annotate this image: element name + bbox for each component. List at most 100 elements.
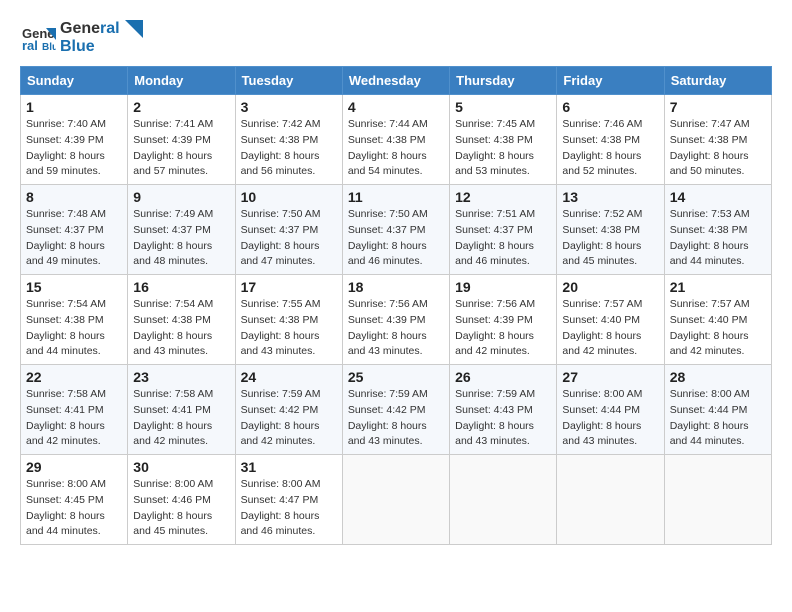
day-info: Sunrise: 8:00 AM Sunset: 4:47 PM Dayligh…: [241, 477, 337, 540]
day-number: 2: [133, 99, 229, 115]
day-header-tuesday: Tuesday: [235, 67, 342, 95]
day-number: 6: [562, 99, 658, 115]
day-number: 22: [26, 369, 122, 385]
day-info: Sunrise: 7:59 AM Sunset: 4:42 PM Dayligh…: [348, 387, 444, 450]
day-number: 13: [562, 189, 658, 205]
day-cell: 27 Sunrise: 8:00 AM Sunset: 4:44 PM Dayl…: [557, 365, 664, 455]
day-number: 3: [241, 99, 337, 115]
day-info: Sunrise: 7:57 AM Sunset: 4:40 PM Dayligh…: [670, 297, 766, 360]
day-cell: 19 Sunrise: 7:56 AM Sunset: 4:39 PM Dayl…: [450, 275, 557, 365]
day-cell: 1 Sunrise: 7:40 AM Sunset: 4:39 PM Dayli…: [21, 95, 128, 185]
day-cell: 12 Sunrise: 7:51 AM Sunset: 4:37 PM Dayl…: [450, 185, 557, 275]
day-info: Sunrise: 7:58 AM Sunset: 4:41 PM Dayligh…: [26, 387, 122, 450]
week-row-1: 1 Sunrise: 7:40 AM Sunset: 4:39 PM Dayli…: [21, 95, 772, 185]
day-cell: 8 Sunrise: 7:48 AM Sunset: 4:37 PM Dayli…: [21, 185, 128, 275]
day-number: 27: [562, 369, 658, 385]
day-number: 29: [26, 459, 122, 475]
calendar-body: 1 Sunrise: 7:40 AM Sunset: 4:39 PM Dayli…: [21, 95, 772, 545]
day-info: Sunrise: 7:52 AM Sunset: 4:38 PM Dayligh…: [562, 207, 658, 270]
day-info: Sunrise: 8:00 AM Sunset: 4:44 PM Dayligh…: [562, 387, 658, 450]
day-number: 12: [455, 189, 551, 205]
day-cell: 26 Sunrise: 7:59 AM Sunset: 4:43 PM Dayl…: [450, 365, 557, 455]
day-cell: 7 Sunrise: 7:47 AM Sunset: 4:38 PM Dayli…: [664, 95, 771, 185]
day-cell: [450, 455, 557, 545]
day-info: Sunrise: 7:59 AM Sunset: 4:43 PM Dayligh…: [455, 387, 551, 450]
day-cell: 6 Sunrise: 7:46 AM Sunset: 4:38 PM Dayli…: [557, 95, 664, 185]
day-info: Sunrise: 7:47 AM Sunset: 4:38 PM Dayligh…: [670, 117, 766, 180]
day-number: 25: [348, 369, 444, 385]
calendar: SundayMondayTuesdayWednesdayThursdayFrid…: [20, 66, 772, 545]
day-cell: 25 Sunrise: 7:59 AM Sunset: 4:42 PM Dayl…: [342, 365, 449, 455]
day-cell: 16 Sunrise: 7:54 AM Sunset: 4:38 PM Dayl…: [128, 275, 235, 365]
day-number: 23: [133, 369, 229, 385]
logo-blue: Blue: [60, 38, 143, 56]
day-info: Sunrise: 7:50 AM Sunset: 4:37 PM Dayligh…: [348, 207, 444, 270]
day-number: 5: [455, 99, 551, 115]
day-cell: 14 Sunrise: 7:53 AM Sunset: 4:38 PM Dayl…: [664, 185, 771, 275]
day-cell: 31 Sunrise: 8:00 AM Sunset: 4:47 PM Dayl…: [235, 455, 342, 545]
day-number: 17: [241, 279, 337, 295]
week-row-3: 15 Sunrise: 7:54 AM Sunset: 4:38 PM Dayl…: [21, 275, 772, 365]
day-number: 24: [241, 369, 337, 385]
day-number: 15: [26, 279, 122, 295]
day-number: 30: [133, 459, 229, 475]
day-number: 31: [241, 459, 337, 475]
day-number: 19: [455, 279, 551, 295]
day-cell: 15 Sunrise: 7:54 AM Sunset: 4:38 PM Dayl…: [21, 275, 128, 365]
day-cell: [664, 455, 771, 545]
day-number: 14: [670, 189, 766, 205]
day-info: Sunrise: 7:50 AM Sunset: 4:37 PM Dayligh…: [241, 207, 337, 270]
day-cell: 11 Sunrise: 7:50 AM Sunset: 4:37 PM Dayl…: [342, 185, 449, 275]
week-row-4: 22 Sunrise: 7:58 AM Sunset: 4:41 PM Dayl…: [21, 365, 772, 455]
day-info: Sunrise: 7:46 AM Sunset: 4:38 PM Dayligh…: [562, 117, 658, 180]
logo-icon: Gene ral Blue: [20, 20, 56, 56]
day-number: 11: [348, 189, 444, 205]
day-info: Sunrise: 7:56 AM Sunset: 4:39 PM Dayligh…: [348, 297, 444, 360]
day-header-sunday: Sunday: [21, 67, 128, 95]
day-number: 10: [241, 189, 337, 205]
day-info: Sunrise: 7:57 AM Sunset: 4:40 PM Dayligh…: [562, 297, 658, 360]
day-cell: 4 Sunrise: 7:44 AM Sunset: 4:38 PM Dayli…: [342, 95, 449, 185]
blue-triangle-icon: [125, 20, 143, 38]
day-cell: 20 Sunrise: 7:57 AM Sunset: 4:40 PM Dayl…: [557, 275, 664, 365]
calendar-header-row: SundayMondayTuesdayWednesdayThursdayFrid…: [21, 67, 772, 95]
day-info: Sunrise: 7:59 AM Sunset: 4:42 PM Dayligh…: [241, 387, 337, 450]
day-info: Sunrise: 8:00 AM Sunset: 4:44 PM Dayligh…: [670, 387, 766, 450]
day-number: 16: [133, 279, 229, 295]
svg-text:Blue: Blue: [42, 42, 56, 53]
day-info: Sunrise: 7:54 AM Sunset: 4:38 PM Dayligh…: [26, 297, 122, 360]
day-info: Sunrise: 7:53 AM Sunset: 4:38 PM Dayligh…: [670, 207, 766, 270]
day-header-thursday: Thursday: [450, 67, 557, 95]
day-cell: 17 Sunrise: 7:55 AM Sunset: 4:38 PM Dayl…: [235, 275, 342, 365]
day-header-monday: Monday: [128, 67, 235, 95]
day-number: 4: [348, 99, 444, 115]
day-number: 20: [562, 279, 658, 295]
svg-text:ral: ral: [22, 38, 38, 53]
day-cell: 29 Sunrise: 8:00 AM Sunset: 4:45 PM Dayl…: [21, 455, 128, 545]
day-info: Sunrise: 7:58 AM Sunset: 4:41 PM Dayligh…: [133, 387, 229, 450]
day-cell: 22 Sunrise: 7:58 AM Sunset: 4:41 PM Dayl…: [21, 365, 128, 455]
day-info: Sunrise: 8:00 AM Sunset: 4:46 PM Dayligh…: [133, 477, 229, 540]
day-cell: 23 Sunrise: 7:58 AM Sunset: 4:41 PM Dayl…: [128, 365, 235, 455]
logo: Gene ral Blue General Blue: [20, 20, 143, 56]
day-cell: 24 Sunrise: 7:59 AM Sunset: 4:42 PM Dayl…: [235, 365, 342, 455]
day-number: 18: [348, 279, 444, 295]
day-info: Sunrise: 7:44 AM Sunset: 4:38 PM Dayligh…: [348, 117, 444, 180]
day-cell: 21 Sunrise: 7:57 AM Sunset: 4:40 PM Dayl…: [664, 275, 771, 365]
day-header-saturday: Saturday: [664, 67, 771, 95]
day-number: 28: [670, 369, 766, 385]
day-number: 7: [670, 99, 766, 115]
day-number: 26: [455, 369, 551, 385]
day-cell: 18 Sunrise: 7:56 AM Sunset: 4:39 PM Dayl…: [342, 275, 449, 365]
day-info: Sunrise: 7:42 AM Sunset: 4:38 PM Dayligh…: [241, 117, 337, 180]
header: Gene ral Blue General Blue: [20, 20, 772, 56]
day-info: Sunrise: 7:40 AM Sunset: 4:39 PM Dayligh…: [26, 117, 122, 180]
day-cell: 9 Sunrise: 7:49 AM Sunset: 4:37 PM Dayli…: [128, 185, 235, 275]
day-cell: 13 Sunrise: 7:52 AM Sunset: 4:38 PM Dayl…: [557, 185, 664, 275]
day-info: Sunrise: 8:00 AM Sunset: 4:45 PM Dayligh…: [26, 477, 122, 540]
day-cell: 28 Sunrise: 8:00 AM Sunset: 4:44 PM Dayl…: [664, 365, 771, 455]
day-number: 9: [133, 189, 229, 205]
day-number: 21: [670, 279, 766, 295]
week-row-5: 29 Sunrise: 8:00 AM Sunset: 4:45 PM Dayl…: [21, 455, 772, 545]
day-info: Sunrise: 7:48 AM Sunset: 4:37 PM Dayligh…: [26, 207, 122, 270]
